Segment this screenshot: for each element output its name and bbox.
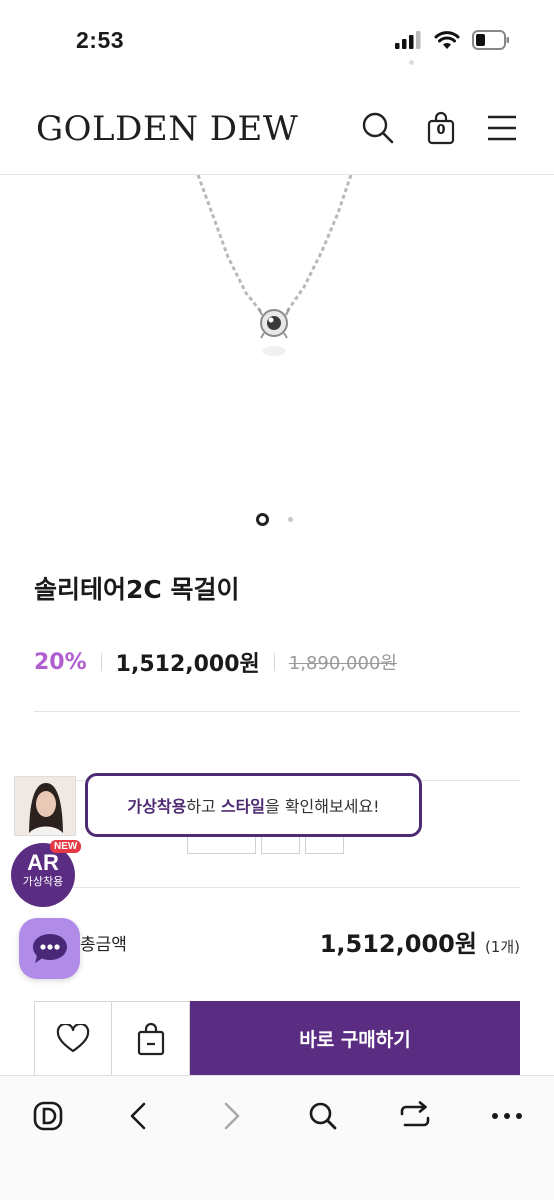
sale-price: 1,512,000원 [115,652,260,677]
share-button[interactable] [395,1096,435,1136]
battery-icon [472,30,509,50]
ar-tooltip[interactable]: 가상착용하고 스타일을 확인해보세요! [85,773,422,837]
tooltip-text: 을 확인해보세요! [265,797,380,816]
forward-button[interactable] [212,1096,252,1136]
cart-button[interactable]: 0 [421,108,461,148]
total-price: 1,512,000원 (1개) [320,924,520,959]
search-icon [362,112,394,144]
carousel-dot[interactable] [288,517,293,522]
chat-bubble-icon [32,933,67,963]
menu-button[interactable] [482,108,522,148]
add-to-cart-button[interactable] [112,1001,190,1076]
status-time: 2:53 [76,27,125,53]
carousel-dot-active[interactable] [256,513,269,526]
tooltip-highlight: 스타일 [220,797,266,816]
share-icon [400,1101,430,1127]
divider [34,887,520,888]
total-amount: 1,512,000원 [319,930,477,958]
hamburger-menu-icon [488,115,516,141]
total-count: (1개) [484,938,520,956]
discount-rate: 20% [34,649,87,675]
shopping-bag-icon [137,1022,164,1055]
price-row: 20% 1,512,000원 1,890,000원 [34,645,397,679]
total-label: 총금액 [80,935,127,955]
price-separator [100,653,102,671]
new-badge: NEW [50,840,82,853]
cart-count: 0 [436,123,446,138]
tooltip-text: 하고 [186,797,221,816]
search-icon [309,1102,337,1130]
ar-badge-subtitle: 가상착용 [22,875,64,888]
status-bar: 2:53 [0,0,554,80]
chevron-right-icon [224,1102,240,1130]
search-button[interactable] [358,108,398,148]
heart-icon [56,1023,90,1052]
chevron-left-icon [130,1102,146,1130]
back-button[interactable] [118,1096,158,1136]
product-image-carousel[interactable] [0,174,554,505]
buy-now-button[interactable]: 바로 구매하기 [190,1001,520,1076]
tooltip-highlight: 가상착용 [127,797,187,816]
necklace-image [196,174,353,356]
signal-icon [395,31,421,49]
divider [34,711,520,712]
carousel-pagination [0,512,554,528]
more-button[interactable] [487,1096,527,1136]
price-separator [273,653,275,671]
wishlist-button[interactable] [34,1001,112,1076]
product-name: 솔리테어2C 목걸이 [34,575,240,604]
chat-button[interactable] [19,918,80,979]
browser-search-button[interactable] [303,1096,343,1136]
model-portrait-image [15,777,75,835]
ar-model-thumbnail[interactable] [14,776,76,836]
purchase-action-bar: 바로 구매하기 [34,1001,520,1076]
camera-indicator [409,60,414,65]
browser-logo-icon [33,1101,63,1131]
status-icons [395,30,510,50]
wifi-icon [434,30,460,49]
more-dots-icon [492,1113,522,1119]
site-header: GOLDEN DEW 0 [0,80,554,175]
browser-toolbar [0,1075,554,1200]
brand-logo[interactable]: GOLDEN DEW [36,109,298,149]
original-price: 1,890,000원 [288,653,397,674]
ar-badge-title: AR [27,850,59,875]
browser-home-button[interactable] [28,1096,68,1136]
